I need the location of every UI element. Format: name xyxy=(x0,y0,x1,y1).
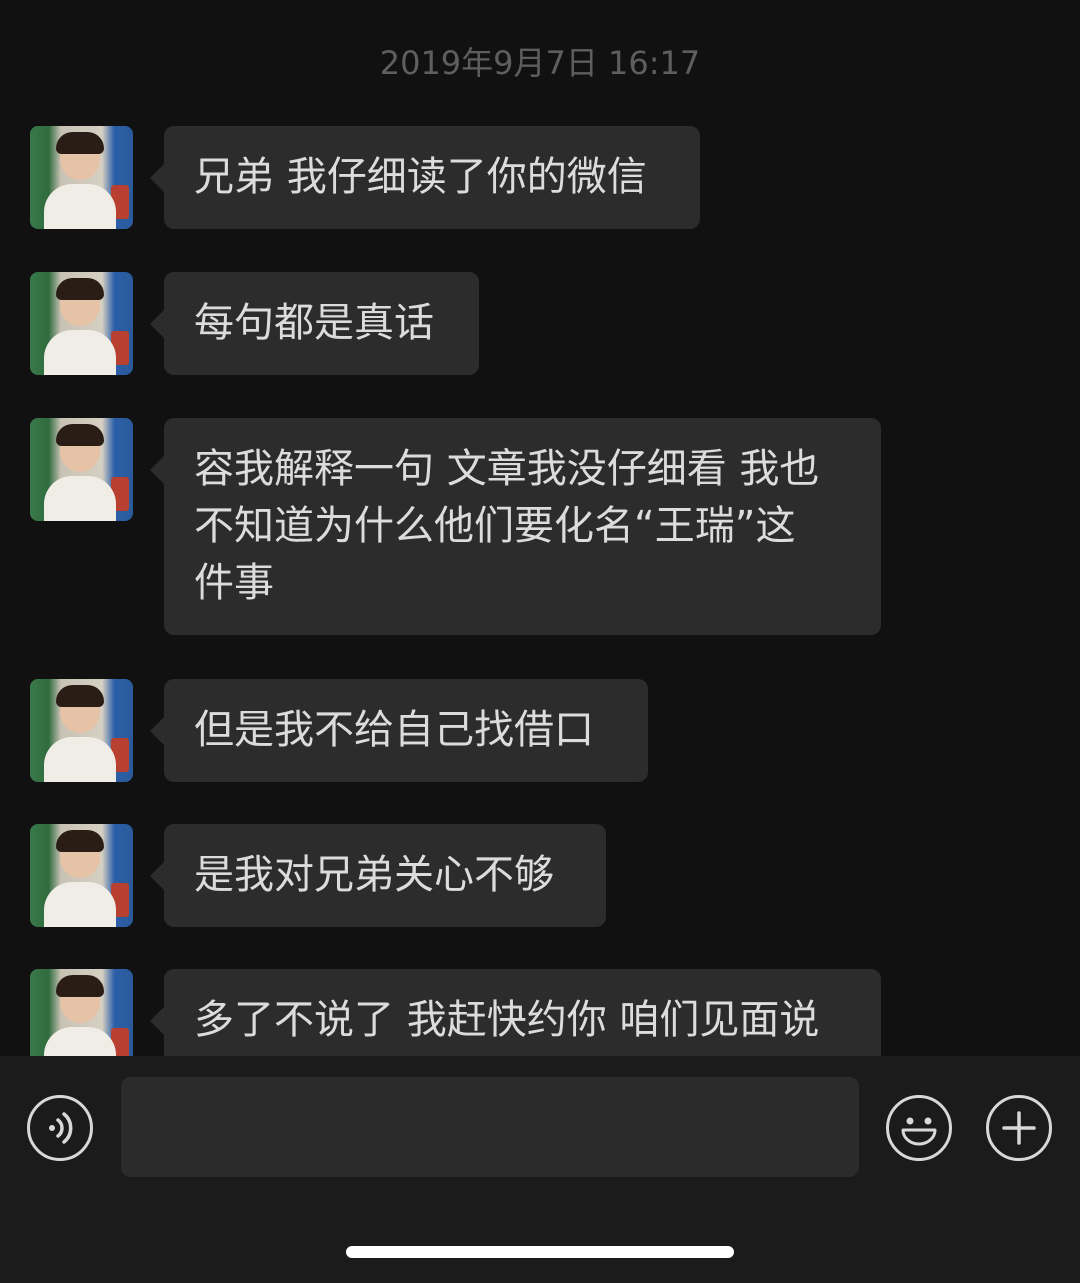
avatar[interactable] xyxy=(30,969,133,1056)
plus-button[interactable] xyxy=(986,1095,1052,1161)
message-bubble[interactable]: 多了不说了 我赶快约你 咱们见面说 xyxy=(150,969,881,1056)
message-input[interactable] xyxy=(121,1077,859,1177)
chat-area[interactable]: 2019年9月7日 16:17 兄弟 我仔细读了你的微信 每句都是真话 容我解释… xyxy=(0,0,1080,1056)
voice-button[interactable] xyxy=(27,1095,93,1161)
avatar[interactable] xyxy=(30,126,133,229)
avatar[interactable] xyxy=(30,272,133,375)
avatar[interactable] xyxy=(30,824,133,927)
message-bubble[interactable]: 是我对兄弟关心不够 xyxy=(150,824,606,927)
message-bubble[interactable]: 容我解释一句 文章我没仔细看 我也 不知道为什么他们要化名“王瑞”这 件事 xyxy=(150,418,881,635)
emoji-icon xyxy=(901,1117,937,1146)
message-bubble[interactable]: 每句都是真话 xyxy=(150,272,479,375)
home-indicator[interactable] xyxy=(346,1246,734,1258)
input-bar xyxy=(0,1056,1080,1283)
chat-timestamp: 2019年9月7日 16:17 xyxy=(379,44,701,82)
avatar[interactable] xyxy=(30,418,133,521)
plus-icon xyxy=(1002,1111,1036,1145)
avatar[interactable] xyxy=(30,679,133,782)
message-bubble[interactable]: 但是我不给自己找借口 xyxy=(150,679,648,782)
emoji-button[interactable] xyxy=(886,1095,952,1161)
message-bubble[interactable]: 兄弟 我仔细读了你的微信 xyxy=(150,126,700,229)
voice-icon xyxy=(49,1112,73,1144)
